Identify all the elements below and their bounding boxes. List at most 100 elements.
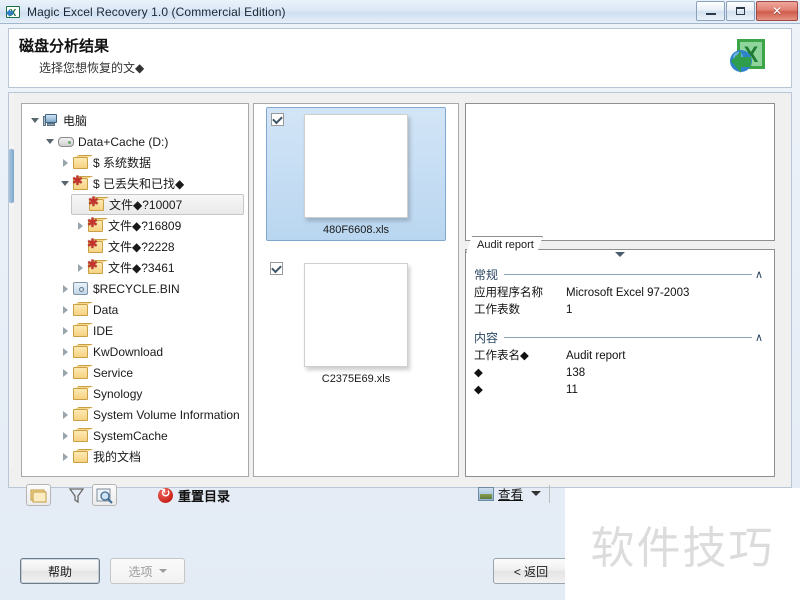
expand-more-icon[interactable] [615, 252, 625, 257]
property-value: Audit report [566, 350, 626, 362]
property-value: Microsoft Excel 97-2003 [566, 287, 690, 299]
thumbnail-checkbox[interactable] [271, 113, 284, 126]
preview-pane: Audit report 常规 ∧ 应用程序名称 Microsoft Excel 97… [465, 103, 775, 477]
file-preview-area [465, 103, 775, 241]
tree-scrollbar-thumb[interactable] [9, 149, 14, 203]
tree-item[interactable]: Data [56, 299, 248, 320]
options-button[interactable]: 选项 [110, 558, 185, 584]
thumbnail-filename: C2375E69.xls [321, 373, 391, 385]
folders-button[interactable] [26, 484, 51, 506]
tree-item[interactable]: ✱ 文件◆?2228 [71, 236, 248, 257]
properties-content: 常规 ∧ 应用程序名称 Microsoft Excel 97-2003 工作表数 1 内容 ∧… [466, 250, 774, 399]
property-section-header[interactable]: 常规 ∧ [474, 266, 766, 283]
twisty-collapsed-icon[interactable] [58, 450, 72, 464]
tree-item-label: Synology [93, 386, 143, 401]
tree-item[interactable]: Synology [56, 383, 248, 404]
tree-scrollbar[interactable] [9, 93, 14, 467]
twisty-collapsed-icon[interactable] [58, 345, 72, 359]
tree-item[interactable]: 电脑 [26, 110, 248, 131]
help-button[interactable]: 帮助 [20, 558, 100, 584]
computer-icon [42, 113, 59, 128]
tree-item[interactable]: Data+Cache (D:) [41, 131, 248, 152]
property-section-title: 内容 [474, 331, 499, 345]
close-button[interactable]: ✕ [756, 1, 798, 21]
drive-icon [57, 134, 74, 149]
twisty-collapsed-icon[interactable] [58, 429, 72, 443]
twisty-expanded-icon[interactable] [43, 135, 57, 149]
folder-icon [72, 407, 89, 422]
folder-tree-pane[interactable]: 电脑 Data+Cache (D:) $ 系统数据 ✱ $ 已丢失和已找◆ ✱ 文件◆?10… [21, 103, 249, 477]
tree-item[interactable]: ✱ 文件◆?16809 [71, 215, 248, 236]
view-control[interactable]: 查看 [478, 484, 551, 503]
thumbnail-preview[interactable] [304, 263, 408, 367]
minimize-button[interactable] [696, 1, 725, 21]
twisty-expanded-icon[interactable] [28, 114, 42, 128]
property-row: 工作表数 1 [474, 302, 766, 319]
thumbnail-preview[interactable] [304, 114, 408, 218]
twisty-collapsed-icon[interactable] [58, 408, 72, 422]
folder-icon [72, 302, 89, 317]
thumbnail-checkbox[interactable] [270, 262, 283, 275]
window-title: Magic Excel Recovery 1.0 (Commercial Edi… [27, 4, 286, 19]
app-icon: X [5, 4, 21, 20]
tree-item[interactable]: IDE [56, 320, 248, 341]
twisty-collapsed-icon[interactable] [58, 303, 72, 317]
thumbnail-item[interactable]: 480F6608.xls [266, 107, 446, 241]
twisty-expanded-icon[interactable] [58, 177, 72, 191]
property-key: ◆ [474, 367, 483, 379]
twisty-collapsed-icon[interactable] [58, 366, 72, 380]
twisty-collapsed-icon[interactable] [58, 282, 72, 296]
twisty-collapsed-icon[interactable] [58, 156, 72, 170]
folder-lost-icon: ✱ [87, 237, 104, 254]
property-row: 应用程序名称 Microsoft Excel 97-2003 [474, 285, 766, 302]
view-dropdown-caret-icon[interactable] [531, 491, 542, 496]
tree-item[interactable]: 我的文档 [56, 446, 248, 467]
tree-item[interactable]: $RECYCLE.BIN [56, 278, 248, 299]
property-section-header[interactable]: 内容 ∧ [474, 329, 766, 346]
view-label[interactable]: 查看 [498, 484, 523, 503]
thumbnail-item[interactable]: C2375E69.xls [266, 257, 446, 389]
maximize-icon [736, 7, 745, 15]
tree-item-label: 文件◆?2228 [108, 240, 175, 254]
tree-item[interactable]: ✱ 文件◆?10007 [71, 194, 244, 215]
refresh-icon [158, 486, 173, 503]
find-button[interactable] [92, 484, 117, 506]
property-value: 1 [566, 304, 573, 316]
twisty-collapsed-icon[interactable] [58, 324, 72, 338]
tree-item[interactable]: SystemCache [56, 425, 248, 446]
folder-icon [72, 428, 89, 443]
tree-item[interactable]: ✱ 文件◆?3461 [71, 257, 248, 278]
property-key: 应用程序名称 [474, 287, 543, 299]
back-button[interactable]: < 返回 [493, 558, 569, 584]
file-thumbnail-pane[interactable]: 480F6608.xls C2375E69.xls [253, 103, 459, 477]
options-caret-icon [158, 569, 167, 573]
twisty-collapsed-icon[interactable] [73, 261, 87, 275]
filter-button[interactable] [64, 484, 89, 506]
watermark-text: 软件技巧 [590, 523, 775, 574]
property-row: ◆ 138 [474, 365, 766, 382]
tree-item[interactable]: KwDownload [56, 341, 248, 362]
tree-item[interactable]: ✱ $ 已丢失和已找◆ [56, 173, 248, 194]
tree-item-label: KwDownload [93, 344, 164, 359]
reset-directory-button[interactable]: 重置目录 [158, 486, 230, 505]
property-sections: 常规 ∧ 应用程序名称 Microsoft Excel 97-2003 工作表数 1 内容 ∧… [474, 266, 766, 399]
view-separator [549, 484, 551, 503]
section-collapse-icon[interactable]: ∧ [752, 269, 766, 280]
property-value: 138 [566, 367, 586, 379]
section-collapse-icon[interactable]: ∧ [752, 332, 766, 343]
tree-item-label: Service [93, 365, 134, 380]
tree-item[interactable]: $ 系统数据 [56, 152, 248, 173]
minimize-icon [705, 12, 716, 15]
tree-item-label: IDE [93, 323, 114, 338]
thumbnail-filename: 480F6608.xls [322, 224, 390, 236]
folder-lost-icon: ✱ [87, 258, 104, 275]
tree-item-label: Data+Cache (D:) [78, 134, 169, 149]
tree-item[interactable]: System Volume Information [56, 404, 248, 425]
property-section-title: 常规 [474, 268, 499, 282]
tree-item[interactable]: Service [56, 362, 248, 383]
view-image-icon [478, 486, 494, 501]
tree-item-label: $RECYCLE.BIN [93, 281, 180, 296]
folder-lost-icon: ✱ [88, 195, 105, 212]
maximize-button[interactable] [726, 1, 755, 21]
twisty-collapsed-icon[interactable] [73, 219, 87, 233]
